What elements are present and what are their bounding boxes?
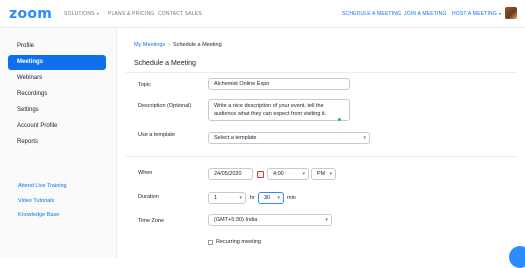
sidebar-item-reports[interactable]: Reports [8, 135, 106, 150]
chevron-down-icon: ▾ [498, 11, 502, 16]
topic-label: Topic [138, 82, 151, 88]
knowledge-base-link[interactable]: Knowledge Base [18, 212, 59, 218]
topic-input[interactable]: Alchemist Online Expo [208, 78, 350, 90]
description-label: Description (Optional) [138, 103, 192, 109]
nav-plans-pricing[interactable]: PLANS & PRICING [108, 11, 154, 17]
template-select[interactable]: Select a template ▾ [208, 132, 370, 144]
timezone-select[interactable]: (GMT+5:30) India ▾ [208, 214, 332, 226]
sidebar-item-settings[interactable]: Settings [8, 103, 106, 118]
breadcrumb-current: Schedule a Meeting [173, 42, 222, 48]
timezone-select-value: (GMT+5:30) India [214, 217, 258, 223]
avatar[interactable] [505, 7, 517, 19]
chevron-down-icon: ▾ [277, 195, 280, 201]
nav-host-meeting[interactable]: HOST A MEETING ▾ [452, 11, 501, 17]
duration-minutes-value: 30 [264, 195, 271, 201]
zoom-logo[interactable]: zoom [9, 6, 52, 22]
chevron-down-icon: ▾ [329, 171, 332, 177]
nav-contact-sales[interactable]: CONTACT SALES [158, 11, 202, 17]
minutes-unit-label: min [287, 195, 296, 201]
sidebar-item-meetings[interactable]: Meetings [8, 55, 106, 70]
chevron-down-icon: ▾ [302, 171, 305, 177]
attend-live-training-link[interactable]: Attend Live Training [18, 183, 67, 189]
page-title: Schedule a Meeting [134, 60, 196, 67]
chevron-down-icon: ▾ [96, 11, 99, 16]
template-select-value: Select a template [214, 135, 257, 141]
divider [126, 72, 517, 73]
description-textarea[interactable]: Write a nice description of your event, … [208, 99, 350, 121]
nav-schedule-meeting[interactable]: SCHEDULE A MEETING [342, 11, 401, 17]
duration-minutes-select[interactable]: 30 ▾ [258, 192, 284, 204]
date-input[interactable]: 24/05/2020 [208, 168, 253, 180]
description-text: Write a nice description of your event, … [214, 103, 327, 117]
sidebar-item-recordings[interactable]: Recordings [8, 87, 106, 102]
duration-hours-value: 1 [214, 195, 218, 201]
template-label: Use a template [138, 132, 175, 138]
hours-unit-label: hr [250, 195, 255, 201]
recurring-checkbox[interactable] [208, 240, 213, 245]
ampm-select-value: PM [317, 171, 326, 177]
chevron-down-icon: ▾ [239, 195, 242, 201]
when-label: When [138, 170, 153, 176]
sidebar-item-account-profile[interactable]: Account Profile [8, 119, 106, 134]
sidebar-item-webinars[interactable]: Webinars [8, 71, 106, 86]
video-tutorials-link[interactable]: Video Tutorials [18, 198, 54, 204]
help-chat-button[interactable] [509, 246, 525, 268]
calendar-icon[interactable] [257, 171, 264, 178]
divider [126, 156, 517, 157]
breadcrumb: My Meetings › Schedule a Meeting [134, 42, 222, 48]
recurring-label: Recurring meeting [216, 239, 261, 245]
time-select-value: 4:00 [273, 171, 284, 177]
ampm-select[interactable]: PM ▾ [311, 168, 336, 180]
breadcrumb-my-meetings[interactable]: My Meetings [134, 42, 165, 48]
duration-label: Duration [138, 194, 159, 200]
breadcrumb-separator: › [168, 42, 171, 48]
sidebar-item-profile[interactable]: Profile [8, 39, 106, 54]
nav-join-meeting[interactable]: JOIN A MEETING [404, 11, 447, 17]
duration-hours-select[interactable]: 1 ▾ [208, 192, 246, 204]
chevron-down-icon: ▾ [363, 135, 366, 141]
nav-solutions[interactable]: SOLUTIONS ▾ [64, 11, 99, 17]
chevron-down-icon: ▾ [325, 217, 328, 223]
timezone-label: Time Zone [138, 218, 165, 224]
top-navigation-bar: zoom SOLUTIONS ▾ PLANS & PRICING CONTACT … [0, 0, 525, 28]
time-select[interactable]: 4:00 ▾ [267, 168, 309, 180]
sidebar: Profile Meetings Webinars Recordings Set… [0, 28, 117, 258]
textarea-status-dot-icon [338, 118, 341, 121]
main-content: My Meetings › Schedule a Meeting Schedule … [118, 28, 525, 268]
